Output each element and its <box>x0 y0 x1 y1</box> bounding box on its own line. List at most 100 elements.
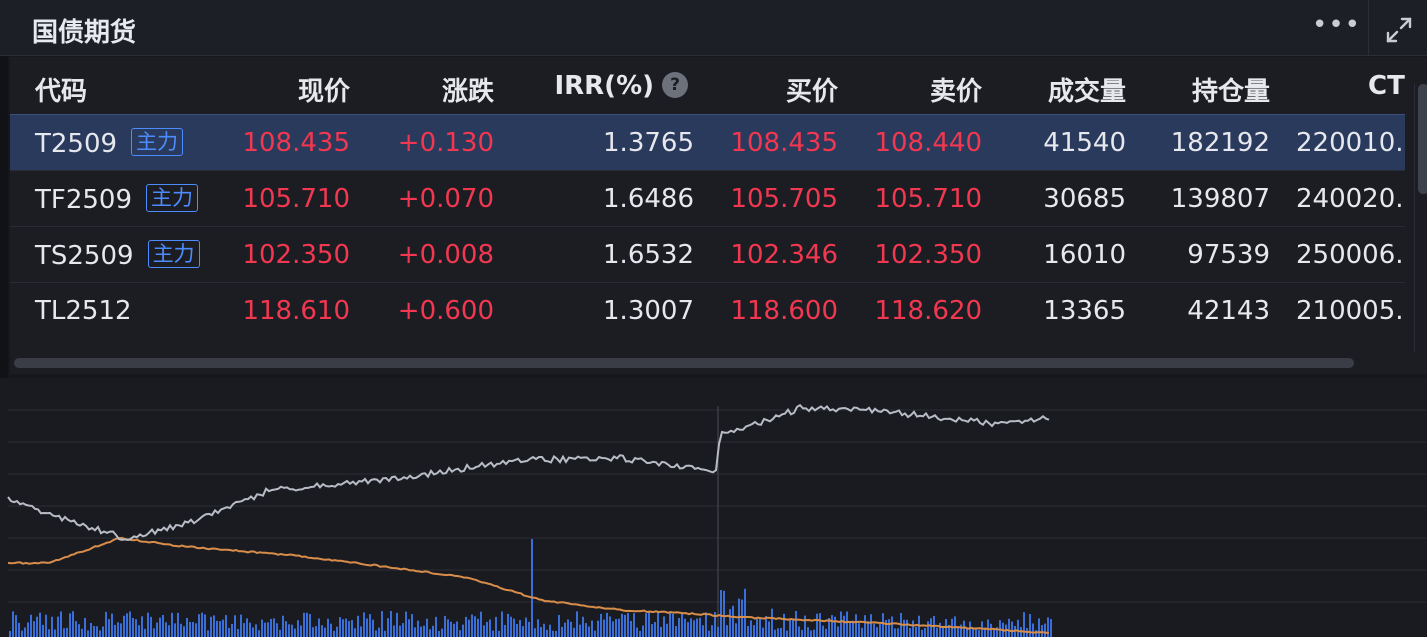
volume-bar <box>225 615 227 637</box>
volume-bar <box>897 628 899 637</box>
main-contract-badge: 主力 <box>147 240 200 268</box>
volume-bar <box>588 626 590 637</box>
volume-bar <box>129 611 131 637</box>
horizontal-scroll-thumb[interactable] <box>14 358 1354 368</box>
vertical-scroll-thumb[interactable] <box>1418 84 1427 194</box>
volume-bar <box>702 625 704 637</box>
volume-bar <box>33 621 35 637</box>
volume-bar <box>792 618 794 637</box>
irr-value: 1.6486 <box>603 184 694 214</box>
horizontal-scrollbar[interactable] <box>10 354 1405 372</box>
volume-bar <box>177 612 179 637</box>
volume-bar <box>1032 623 1034 637</box>
volume-value: 13365 <box>1043 296 1126 326</box>
futures-table: 代码 现价 涨跌 IRR(%)? 买价 卖价 成交量 持仓量 CT T2509 主… <box>10 57 1427 374</box>
volume-bar <box>243 623 245 637</box>
volume-bar <box>159 617 161 637</box>
volume-bar <box>309 614 311 637</box>
table-row[interactable]: TF2509 主力 105.710 +0.070 1.6486 105.705 1… <box>10 170 1405 226</box>
volume-bar <box>657 612 659 637</box>
volume-bar <box>294 628 296 637</box>
volume-bar <box>444 615 446 637</box>
volume-bar <box>936 627 938 637</box>
volume-bar <box>837 626 839 637</box>
volume-bar <box>483 625 485 637</box>
ct-value: 250006. <box>1296 240 1404 270</box>
volume-bar <box>732 605 734 637</box>
col-volume[interactable]: 成交量 <box>1048 71 1126 108</box>
col-change[interactable]: 涨跌 <box>442 71 494 108</box>
volume-bar <box>288 624 290 637</box>
volume-bar <box>885 620 887 637</box>
more-horizontal-icon[interactable]: ••• <box>1312 10 1361 40</box>
volume-value: 30685 <box>1043 184 1126 214</box>
volume-bar <box>60 611 62 637</box>
volume-bar <box>228 627 230 637</box>
col-open-interest[interactable]: 持仓量 <box>1192 71 1270 108</box>
volume-bar <box>690 618 692 637</box>
volume-bar <box>153 628 155 637</box>
volume-bar <box>330 623 332 637</box>
volume-bar <box>1011 621 1013 637</box>
volume-bar <box>348 621 350 637</box>
volume-bar <box>1044 623 1046 637</box>
volume-bar <box>126 613 128 637</box>
open-interest-value: 97539 <box>1187 240 1270 270</box>
col-ask[interactable]: 卖价 <box>930 71 982 108</box>
col-bid[interactable]: 买价 <box>786 71 838 108</box>
volume-bar <box>27 622 29 637</box>
volume-bar <box>915 626 917 637</box>
volume-bar <box>105 611 107 637</box>
volume-bar <box>174 623 176 637</box>
volume-bar <box>435 616 437 637</box>
ask-price: 118.620 <box>874 296 982 326</box>
volume-bar <box>531 539 533 637</box>
volume-bar <box>459 630 461 637</box>
volume-bar <box>465 616 467 637</box>
volume-bar <box>753 625 755 637</box>
volume-bar <box>36 616 38 637</box>
volume-bar <box>618 618 620 637</box>
table-row[interactable]: TL2512 118.610 +0.600 1.3007 118.600 118… <box>10 282 1405 338</box>
col-irr[interactable]: IRR(%)? <box>554 71 688 101</box>
volume-bar <box>450 621 452 637</box>
volume-bar <box>540 627 542 637</box>
table-row[interactable]: TS2509 主力 102.350 +0.008 1.6532 102.346 1… <box>10 226 1405 282</box>
table-row[interactable]: T2509 主力 108.435 +0.130 1.3765 108.435 10… <box>10 114 1405 170</box>
volume-bar <box>333 630 335 637</box>
volume-bar <box>357 615 359 637</box>
volume-bar <box>771 608 773 637</box>
vertical-scrollbar[interactable] <box>1414 84 1427 352</box>
volume-bar <box>30 614 32 637</box>
volume-bar <box>156 622 158 637</box>
volume-bar <box>798 626 800 637</box>
volume-bar <box>876 627 878 637</box>
volume-bar <box>216 620 218 637</box>
volume-bar <box>945 619 947 637</box>
volume-bar <box>612 621 614 637</box>
volume-bar <box>48 629 50 637</box>
bid-price: 105.705 <box>730 184 838 214</box>
volume-bar <box>132 618 134 637</box>
volume-bar <box>819 613 821 637</box>
volume-bar <box>111 613 113 637</box>
col-code[interactable]: 代码 <box>35 71 87 108</box>
col-ct[interactable]: CT <box>1368 71 1405 101</box>
volume-bar <box>39 612 41 637</box>
volume-bar <box>924 628 926 637</box>
volume-bar <box>90 623 92 637</box>
question-circle-icon[interactable]: ? <box>662 72 688 98</box>
volume-bar <box>1038 618 1040 637</box>
volume-bar <box>840 611 842 637</box>
ct-value: 240020. <box>1296 184 1404 214</box>
volume-bar <box>816 613 818 637</box>
volume-bar <box>456 621 458 637</box>
intraday-chart[interactable] <box>0 378 1427 637</box>
col-price[interactable]: 现价 <box>298 71 350 108</box>
volume-bar <box>213 615 215 637</box>
volume-bar <box>252 627 254 637</box>
volume-bar <box>417 620 419 637</box>
volume-bar <box>726 625 728 637</box>
volume-bar <box>930 618 932 637</box>
expand-button[interactable] <box>1368 0 1427 56</box>
